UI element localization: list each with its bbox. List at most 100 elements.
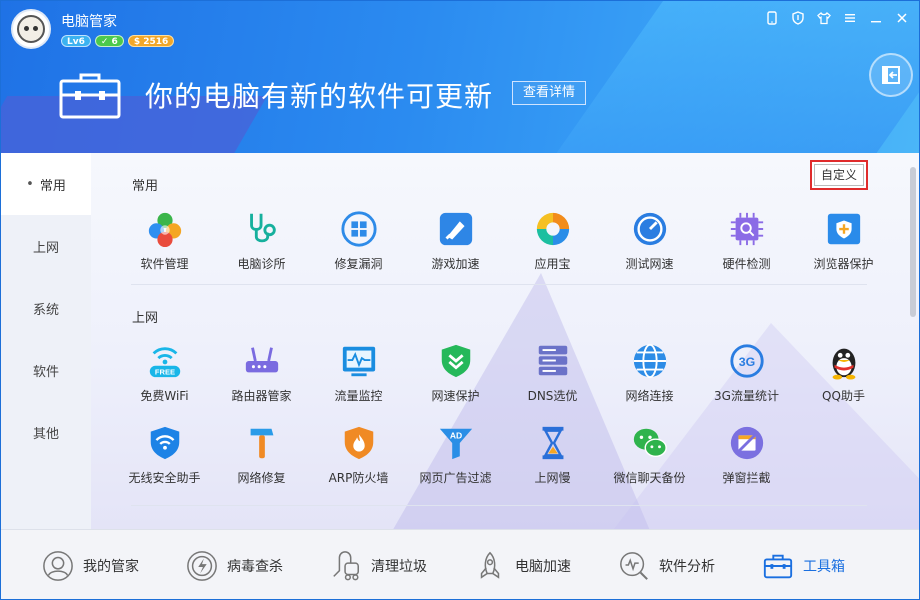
tool-slow-internet[interactable]: 上网慢 (504, 423, 601, 493)
tool-network-connection[interactable]: 网络连接 (601, 341, 698, 411)
level-badge[interactable]: Lv6 (61, 35, 91, 47)
tool-label: ARP防火墙 (328, 471, 389, 485)
bottom-nav-pc-boost[interactable]: 电脑加速 (473, 549, 571, 583)
minimize-icon[interactable] (867, 9, 885, 27)
shield-icon[interactable] (789, 9, 807, 27)
tool-label: 硬件检测 (722, 257, 771, 271)
bottom-nav-toolbox[interactable]: 工具箱 (761, 549, 845, 583)
close-icon[interactable] (893, 9, 911, 27)
3g-icon: 3G (727, 341, 767, 381)
tool-label: 3G流量统计 (714, 389, 779, 403)
scrollbar[interactable] (910, 167, 916, 317)
tool-traffic-monitor[interactable]: 流量监控 (310, 341, 407, 411)
tool-dns-optimize[interactable]: DNS选优 (504, 341, 601, 411)
tool-speed-test[interactable]: 测试网速 (601, 209, 698, 279)
bottom-nav-my-butler[interactable]: 我的管家 (41, 549, 139, 583)
windows-repair-icon (339, 209, 379, 249)
wechat-icon (630, 423, 670, 463)
tool-label: 网络连接 (625, 389, 674, 403)
bottom-nav-label: 电脑加速 (515, 558, 571, 575)
tool-label: 免费WiFi (140, 389, 189, 403)
tool-wechat-backup[interactable]: 微信聊天备份 (601, 423, 698, 493)
tool-label: 测试网速 (625, 257, 674, 271)
nav-item-system[interactable]: 系统 (1, 277, 91, 339)
tool-speed-protection[interactable]: 网速保护 (407, 341, 504, 411)
butler-icon (41, 549, 75, 583)
vip-badge[interactable]: ✓ 6 (94, 35, 124, 47)
bottom-nav-label: 工具箱 (803, 558, 845, 575)
wifi-free-icon: FREE (145, 341, 185, 381)
view-details-button[interactable]: 查看详情 (512, 81, 587, 105)
exit-icon (882, 66, 900, 84)
tool-row-internet-2: 无线安全助手 网络修复 ARP防火墙 AD 网页广告过滤 上网慢 微信聊天备份 (116, 423, 795, 493)
tool-ad-filter[interactable]: AD 网页广告过滤 (407, 423, 504, 493)
bottom-nav-clean-junk[interactable]: 清理垃圾 (329, 549, 427, 583)
nav-item-other[interactable]: 其他 (1, 401, 91, 463)
phone-icon[interactable] (763, 9, 781, 27)
speedometer-icon (630, 209, 670, 249)
tool-hardware-check[interactable]: 硬件检测 (698, 209, 795, 279)
app-title: 电脑管家 (61, 14, 117, 30)
tool-popup-block[interactable]: 弹窗拦截 (698, 423, 795, 493)
tool-wireless-security[interactable]: 无线安全助手 (116, 423, 213, 493)
ad-filter-icon: AD (436, 423, 476, 463)
nav-item-internet[interactable]: 上网 (1, 215, 91, 277)
bottom-nav-software-analysis[interactable]: 软件分析 (617, 549, 715, 583)
hammer-icon (242, 423, 282, 463)
window-controls (763, 9, 911, 27)
qq-penguin-icon (824, 341, 864, 381)
tool-fix-vulnerabilities[interactable]: 修复漏洞 (310, 209, 407, 279)
skin-shirt-icon[interactable] (815, 9, 833, 27)
avatar[interactable] (11, 9, 51, 49)
tool-label: 游戏加速 (431, 257, 480, 271)
coin-badge[interactable]: $ 2516 (127, 35, 175, 47)
nav-item-common[interactable]: 常用 (1, 153, 91, 215)
user-badges: Lv6 ✓ 6 $ 2516 (61, 35, 175, 47)
tool-label: 网速保护 (431, 389, 480, 403)
tool-pc-clinic[interactable]: 电脑诊所 (213, 209, 310, 279)
game-boost-icon (436, 209, 476, 249)
exit-toolbox-button[interactable] (869, 53, 913, 97)
tool-free-wifi[interactable]: FREE 免费WiFi (116, 341, 213, 411)
tool-software-manager[interactable]: 软件管理 (116, 209, 213, 279)
tool-router-manager[interactable]: 路由器管家 (213, 341, 310, 411)
tool-app-store[interactable]: 应用宝 (504, 209, 601, 279)
tool-row-common: 软件管理 电脑诊所 修复漏洞 游戏加速 应用宝 测试网速 硬件检测 浏览器保护 (116, 209, 892, 279)
customize-button[interactable]: 自定义 (814, 164, 864, 186)
tool-game-boost[interactable]: 游戏加速 (407, 209, 504, 279)
chip-icon (727, 209, 767, 249)
tool-qq-assistant[interactable]: QQ助手 (795, 341, 892, 411)
svg-text:FREE: FREE (154, 367, 174, 376)
traffic-monitor-icon (339, 341, 379, 381)
tool-browser-protection[interactable]: 浏览器保护 (795, 209, 892, 279)
section-title-internet: 上网 (132, 311, 159, 326)
section-title-common: 常用 (132, 179, 159, 194)
app-window: 电脑管家 Lv6 ✓ 6 $ 2516 你的电脑有新的软件可更新 查看详情 • … (0, 0, 920, 600)
tool-label: 上网慢 (534, 471, 571, 485)
dns-server-icon (533, 341, 573, 381)
menu-icon[interactable] (841, 9, 859, 27)
virus-scan-icon (185, 549, 219, 583)
tool-row-internet-1: FREE 免费WiFi 路由器管家 流量监控 网速保护 DNS选优 网络连接 3… (116, 341, 892, 411)
wifi-shield-icon (145, 423, 185, 463)
shield-speed-icon (436, 341, 476, 381)
toolbox-banner-icon (59, 71, 121, 119)
bottom-nav-virus-scan[interactable]: 病毒查杀 (185, 549, 283, 583)
router-icon (242, 341, 282, 381)
bottom-nav: 我的管家 病毒查杀 清理垃圾 电脑加速 软件分析 工具箱 (1, 529, 919, 599)
customize-button-highlight: 自定义 (810, 160, 868, 190)
tool-arp-firewall[interactable]: ARP防火墙 (310, 423, 407, 493)
update-headline: 你的电脑有新的软件可更新 (145, 80, 494, 113)
tool-label: 路由器管家 (231, 389, 292, 403)
tool-network-repair[interactable]: 网络修复 (213, 423, 310, 493)
nav-item-software[interactable]: 软件 (1, 339, 91, 401)
section-divider (131, 505, 867, 506)
tool-label: 修复漏洞 (334, 257, 383, 271)
tool-label: 弹窗拦截 (722, 471, 771, 485)
tool-3g-traffic[interactable]: 3G 3G流量统计 (698, 341, 795, 411)
toolbox-icon (761, 549, 795, 583)
tool-label: 流量监控 (334, 389, 383, 403)
browser-shield-icon (824, 209, 864, 249)
tool-label: 软件管理 (140, 257, 189, 271)
firewall-icon (339, 423, 379, 463)
